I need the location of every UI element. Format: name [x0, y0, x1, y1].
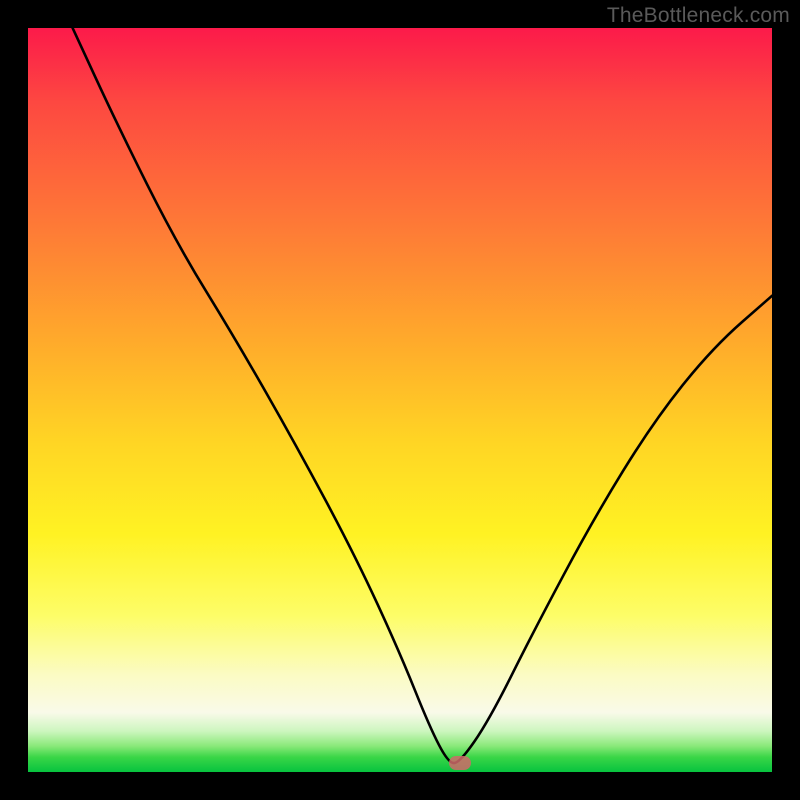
- curve-path: [73, 28, 772, 763]
- optimal-point-marker: [449, 756, 471, 770]
- plot-area: [28, 28, 772, 772]
- chart-frame: TheBottleneck.com: [0, 0, 800, 800]
- watermark-text: TheBottleneck.com: [607, 4, 790, 28]
- bottleneck-curve: [28, 28, 772, 772]
